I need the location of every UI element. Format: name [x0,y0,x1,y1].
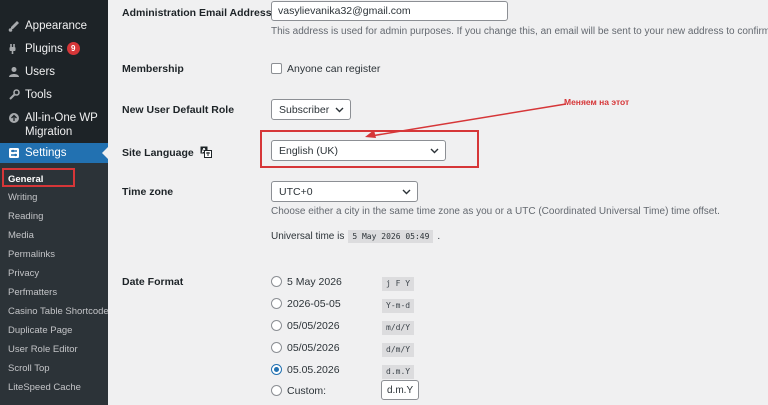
submenu-item-permalinks[interactable]: Permalinks [8,249,55,261]
submenu-item-perfmatters[interactable]: Perfmatters [8,287,57,299]
sidebar-item-tools[interactable]: Tools [0,88,108,102]
membership-label: Membership [122,63,184,75]
date-format-radio[interactable] [271,298,282,309]
sidebar-item-label: Plugins [25,43,63,55]
date-format-code: Y-m-d [382,299,415,313]
submenu-item-writing[interactable]: Writing [8,192,37,204]
anyone-can-register-label: Anyone can register [287,63,381,75]
submenu-item-user-role-editor[interactable]: User Role Editor [8,344,78,356]
migration-icon [7,111,21,125]
date-format-radio-selected[interactable] [271,364,282,375]
sidebar-item-label: Users [25,66,56,78]
tools-icon [7,88,21,102]
sidebar-item-plugins[interactable]: Plugins 9 [0,42,108,56]
sidebar-item-label: Appearance [25,20,88,32]
timezone-value: UTC+0 [279,185,313,198]
settings-form: Administration Email Address This addres… [108,0,768,405]
chevron-down-icon [401,187,411,197]
appearance-icon [7,19,21,33]
sidebar-item-users[interactable]: Users [0,65,108,79]
users-icon [7,65,21,79]
date-format-radio[interactable] [271,276,282,287]
sidebar-item-label: Settings [25,147,67,159]
date-format-label: Date Format [122,276,184,288]
sidebar-item-label: All-in-One WP Migration [25,112,98,138]
settings-icon [7,146,21,160]
universal-time-prefix: Universal time is [271,231,345,242]
date-format-code: d.m.Y [382,365,415,379]
sidebar-item-migration[interactable]: All-in-One WP Migration [0,111,108,139]
default-role-value: Subscriber [279,103,330,116]
admin-email-description: This address is used for admin purposes.… [271,26,768,37]
date-format-radio[interactable] [271,342,282,353]
chevron-down-icon [334,105,344,115]
admin-email-label: Administration Email Address [122,7,272,19]
date-format-code: j F Y [382,277,415,291]
date-format-custom-label: Custom: [287,385,327,397]
annotation-arrow-icon [365,103,567,138]
date-format-option-label: 05/05/2026 [287,320,340,332]
submenu-item-duplicate-page[interactable]: Duplicate Page [8,325,72,337]
update-count-badge: 9 [66,42,80,55]
date-format-option-label: 2026-05-05 [287,298,341,310]
universal-time-row: Universal time is 5 May 2026 05:49 . [271,230,440,243]
timezone-label: Time zone [122,186,174,198]
sidebar-item-appearance[interactable]: Appearance [0,19,108,33]
universal-time-value: 5 May 2026 05:49 [348,230,434,243]
submenu-item-reading[interactable]: Reading [8,211,43,223]
site-language-label: Site Language A [122,146,212,161]
timezone-select[interactable]: UTC+0 [271,181,418,202]
sidebar-item-settings[interactable]: Settings [0,143,108,163]
default-role-select[interactable]: Subscriber [271,99,351,120]
universal-time-suffix: . [437,231,441,242]
date-format-option-label: 5 May 2026 [287,276,342,288]
date-format-option-label: 05.05.2026 [287,364,340,376]
annotation-text: Меняем на этот [564,97,630,107]
default-role-label: New User Default Role [122,104,235,116]
date-format-custom-radio[interactable] [271,385,282,396]
submenu-item-casino-table-shortcode[interactable]: Casino Table Shortcode [8,306,109,318]
submenu-item-media[interactable]: Media [8,230,34,242]
date-format-option-label: 05/05/2026 [287,342,340,354]
general-highlight-box [2,168,75,187]
admin-email-input[interactable] [271,1,508,21]
plugins-icon [7,42,21,56]
sidebar-item-label: Tools [25,89,52,101]
site-language-label-text: Site Language [122,147,194,159]
date-format-radio[interactable] [271,320,282,331]
submenu-item-litespeed-cache[interactable]: LiteSpeed Cache [8,382,81,394]
date-format-code: d/m/Y [382,343,415,357]
anyone-can-register-checkbox[interactable] [271,63,282,74]
submenu-item-scroll-top[interactable]: Scroll Top [8,363,50,375]
date-format-code: m/d/Y [382,321,415,335]
timezone-description: Choose either a city in the same time zo… [271,206,720,217]
submenu-item-privacy[interactable]: Privacy [8,268,39,280]
date-format-custom-input[interactable]: d.m.Y [381,380,419,400]
translation-icon: A [200,146,212,161]
admin-sidebar: Appearance Plugins 9 Users Tools All-in-… [0,0,109,405]
